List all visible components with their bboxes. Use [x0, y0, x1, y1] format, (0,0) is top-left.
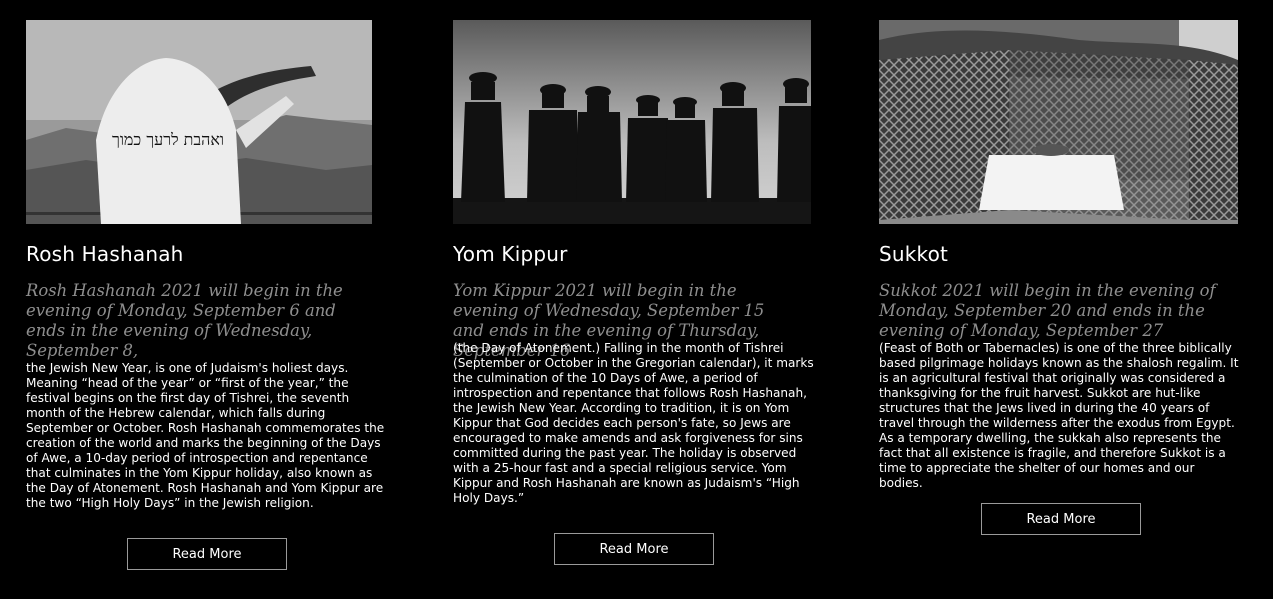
- card-title: Rosh Hashanah: [26, 242, 184, 266]
- card-description: (Feast of Both or Tabernacles) is one of…: [879, 341, 1239, 490]
- card-title: Yom Kippur: [453, 242, 568, 266]
- read-more-button[interactable]: Read More: [127, 538, 287, 570]
- read-more-button[interactable]: Read More: [554, 533, 714, 565]
- card-description: (the Day of Atonement.) Falling in the m…: [453, 341, 814, 505]
- read-more-button[interactable]: Read More: [981, 503, 1141, 535]
- yom-kippur-photo: [453, 20, 811, 224]
- rosh-hashanah-photo: ואהבת לרעך כמוך: [26, 20, 372, 224]
- card-title: Sukkot: [879, 242, 949, 266]
- card-description: the Jewish New Year, is one of Judaism's…: [26, 361, 385, 510]
- sukkot-photo: [879, 20, 1238, 224]
- tallit-hebrew-text: ואהבת לרעך כמוך: [112, 130, 224, 149]
- card-dates: Sukkot 2021 will begin in the evening of…: [879, 281, 1216, 340]
- card-dates: Rosh Hashanah 2021 will begin in the eve…: [26, 281, 343, 360]
